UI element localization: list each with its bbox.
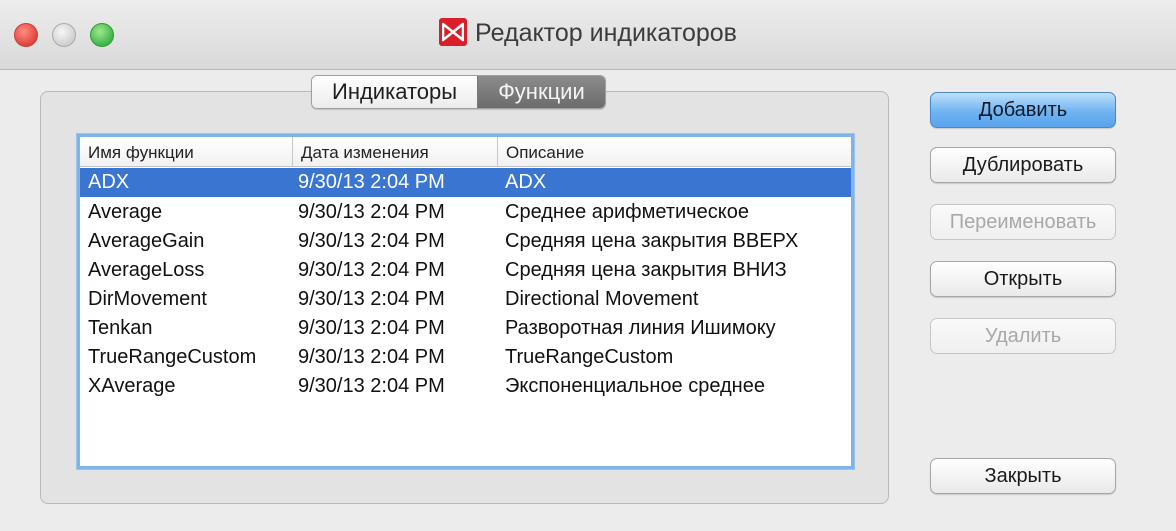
function-description: Средняя цена закрытия ВВЕРХ (505, 230, 799, 252)
column-header-description[interactable]: Описание (497, 137, 584, 167)
close-button[interactable]: Закрыть (930, 458, 1116, 494)
duplicate-button[interactable]: Дублировать (930, 147, 1116, 183)
add-button[interactable]: Добавить (930, 92, 1116, 128)
table-row[interactable]: Average 9/30/13 2:04 PM Среднее арифмети… (80, 198, 851, 227)
function-name: DirMovement (88, 288, 207, 310)
modified-date: 9/30/13 2:04 PM (298, 171, 445, 193)
table-row[interactable]: AverageGain 9/30/13 2:04 PM Средняя цена… (80, 227, 851, 256)
app-logo-icon (439, 18, 468, 46)
function-name: AverageGain (88, 230, 205, 252)
rename-button[interactable]: Переименовать (930, 204, 1116, 240)
tab-bar: Индикаторы Функции (311, 75, 606, 109)
modified-date: 9/30/13 2:04 PM (298, 346, 445, 368)
modified-date: 9/30/13 2:04 PM (298, 375, 445, 397)
table-row[interactable]: ADX 9/30/13 2:04 PM ADX (80, 168, 851, 197)
column-header-name[interactable]: Имя функции (88, 137, 194, 167)
function-description: Directional Movement (505, 288, 699, 310)
window-title: Редактор индикаторов (475, 19, 737, 47)
table-row[interactable]: XAverage 9/30/13 2:04 PM Экспоненциально… (80, 372, 851, 401)
modified-date: 9/30/13 2:04 PM (298, 230, 445, 252)
window-title-area: Редактор индикаторов (0, 18, 1176, 48)
tab-functions[interactable]: Функции (477, 76, 605, 108)
function-name: XAverage (88, 375, 176, 397)
modified-date: 9/30/13 2:04 PM (298, 288, 445, 310)
table-row[interactable]: Tenkan 9/30/13 2:04 PM Разворотная линия… (80, 314, 851, 343)
function-description: Экспоненциальное среднее (505, 375, 765, 397)
function-name: Average (88, 201, 163, 223)
title-bar[interactable]: Редактор индикаторов (0, 0, 1176, 70)
tab-indicators[interactable]: Индикаторы (312, 76, 478, 108)
function-name: Tenkan (88, 317, 153, 339)
function-description: ADX (505, 171, 547, 193)
list-header: Имя функции Дата изменения Описание (80, 137, 851, 167)
function-description: Среднее арифметическое (505, 201, 749, 223)
modified-date: 9/30/13 2:04 PM (298, 259, 445, 281)
functions-list[interactable]: Имя функции Дата изменения Описание ADX … (77, 134, 854, 469)
table-row[interactable]: DirMovement 9/30/13 2:04 PM Directional … (80, 285, 851, 314)
function-name: ADX (88, 171, 130, 193)
modified-date: 9/30/13 2:04 PM (298, 317, 445, 339)
function-description: Средняя цена закрытия ВНИЗ (505, 259, 787, 281)
modified-date: 9/30/13 2:04 PM (298, 201, 445, 223)
function-description: Разворотная линия Ишимоку (505, 317, 776, 339)
function-name: TrueRangeCustom (88, 346, 257, 368)
function-description: TrueRangeCustom (505, 346, 674, 368)
table-row[interactable]: TrueRangeCustom 9/30/13 2:04 PM TrueRang… (80, 343, 851, 372)
delete-button[interactable]: Удалить (930, 318, 1116, 354)
indicator-editor-window: Редактор индикаторов Индикаторы Функции … (0, 0, 1176, 531)
function-name: AverageLoss (88, 259, 205, 281)
open-button[interactable]: Открыть (930, 261, 1116, 297)
table-row[interactable]: AverageLoss 9/30/13 2:04 PM Средняя цена… (80, 256, 851, 285)
column-header-date[interactable]: Дата изменения (292, 137, 429, 167)
